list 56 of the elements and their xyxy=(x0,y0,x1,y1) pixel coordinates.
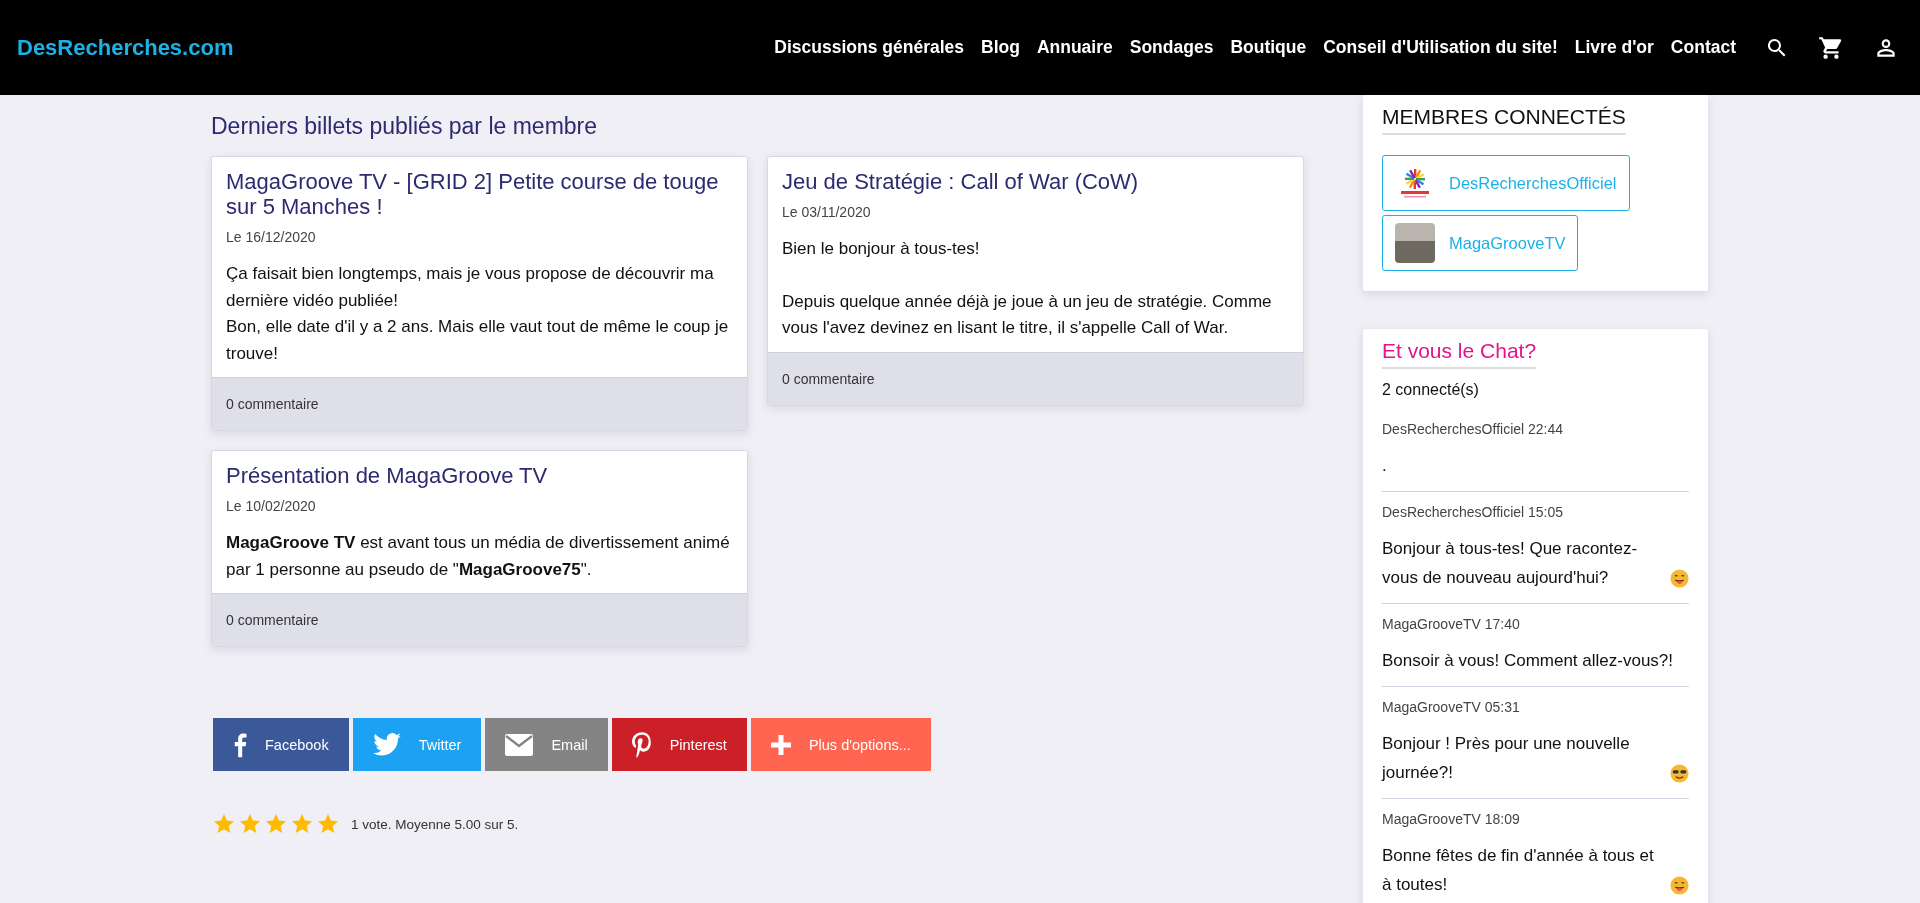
post-excerpt: Depuis quelque année déjà je joue à un jeu de stratégie. Comme vous l'avez devinez en lisant le titre, il s'appelle Call of War. xyxy=(782,290,1273,339)
message-text: Bonjour ! Près pour une nouvelle journée?! xyxy=(1382,733,1631,784)
message-author-time: MagaGrooveTV 05:31 xyxy=(1382,699,1521,715)
message-text: Bonjour à tous-tes! Que racontez-vous de nouveau aujourd'hui? xyxy=(1382,538,1639,589)
sunglasses-smiley-icon xyxy=(1670,764,1689,783)
envelope-icon xyxy=(505,733,534,756)
online-count: 2 connecté(s) xyxy=(1382,381,1480,399)
nav-link[interactable]: Annuaire xyxy=(1036,37,1113,58)
message-text: Bonne fêtes de fin d'année à tous et à toutes! xyxy=(1382,845,1655,896)
post-date: Le 16/12/2020 xyxy=(226,229,317,245)
star-rating[interactable] xyxy=(213,813,339,835)
pinterest-icon xyxy=(631,731,652,758)
nav-link[interactable]: Blog xyxy=(981,37,1020,58)
plus-icon xyxy=(770,734,791,755)
post-excerpt: Ça faisait bien longtemps, mais je vous propose de découvrir ma dernière vidéo publiée! Bon, elle date d'il y a 2 ans. Mais elle vaut tout de même le coup je trouve! xyxy=(226,263,730,365)
post-title-link[interactable]: Jeu de Stratégie : Call of War (CoW) xyxy=(782,169,1289,194)
widget-title: Et vous le Chat? xyxy=(1382,339,1537,369)
star-icon[interactable] xyxy=(239,813,261,835)
rating-summary: 1 vote. Moyenne 5.00 sur 5. xyxy=(351,816,519,832)
star-icon[interactable] xyxy=(213,813,235,835)
bird-icon xyxy=(372,733,401,756)
smiley-icon xyxy=(1670,876,1689,895)
message-text: . xyxy=(1382,455,1387,477)
post-date: Le 03/11/2020 xyxy=(782,204,872,220)
facebook-icon xyxy=(233,731,247,758)
star-icon[interactable] xyxy=(317,813,339,835)
nav-link[interactable]: Conseil d'Utilisation du site! xyxy=(1323,37,1558,58)
share-button[interactable]: Facebook xyxy=(213,718,349,771)
message-author-time: DesRecherchesOfficiel 15:05 xyxy=(1382,504,1565,520)
message-author-time: DesRecherchesOfficiel 22:44 xyxy=(1382,421,1565,437)
nav-link[interactable]: Sondages xyxy=(1129,37,1214,58)
site-logo[interactable]: DesRecherches.com xyxy=(17,34,234,61)
post-excerpt: MagaGroove TV est avant tous un média de divertissement animé par 1 personne au pseudo de "MagaGroove75". xyxy=(226,532,731,581)
comment-count: 0 commentaire xyxy=(226,396,319,412)
nav-link[interactable]: Boutique xyxy=(1230,37,1307,58)
share-button[interactable]: Pinterest xyxy=(611,718,747,771)
photo-placeholder xyxy=(1395,223,1435,263)
nav-link[interactable]: Livre d'or xyxy=(1574,37,1654,58)
post-excerpt: Bien le bonjour à tous-tes! xyxy=(782,238,981,260)
share-button[interactable]: Email xyxy=(485,718,608,771)
nav-link[interactable]: Discussions générales xyxy=(774,37,964,58)
widget-title: MEMBRES CONNECTÉS xyxy=(1382,105,1626,135)
post-title-link[interactable]: MagaGroove TV - [GRID 2] Petite course de touge sur 5 Manches ! xyxy=(226,169,733,219)
comment-count: 0 commentaire xyxy=(782,370,875,387)
message-author-time: MagaGrooveTV 18:09 xyxy=(1382,811,1521,827)
message-text: Bonsoir à vous! Comment allez-vous?! xyxy=(1382,650,1674,672)
star-icon[interactable] xyxy=(265,813,287,835)
message-author-time: MagaGrooveTV 17:40 xyxy=(1382,616,1521,632)
nav-link[interactable]: Contact xyxy=(1670,37,1736,58)
post-title-link[interactable]: Présentation de MagaGroove TV xyxy=(226,463,733,488)
comment-count: 0 commentaire xyxy=(226,612,319,628)
star-icon[interactable] xyxy=(291,813,313,835)
smiley-icon xyxy=(1670,569,1689,588)
post-date: Le 10/02/2020 xyxy=(226,498,317,514)
cart-icon[interactable] xyxy=(1818,34,1844,61)
section-title: Derniers billets publiés par le membre xyxy=(211,113,599,140)
